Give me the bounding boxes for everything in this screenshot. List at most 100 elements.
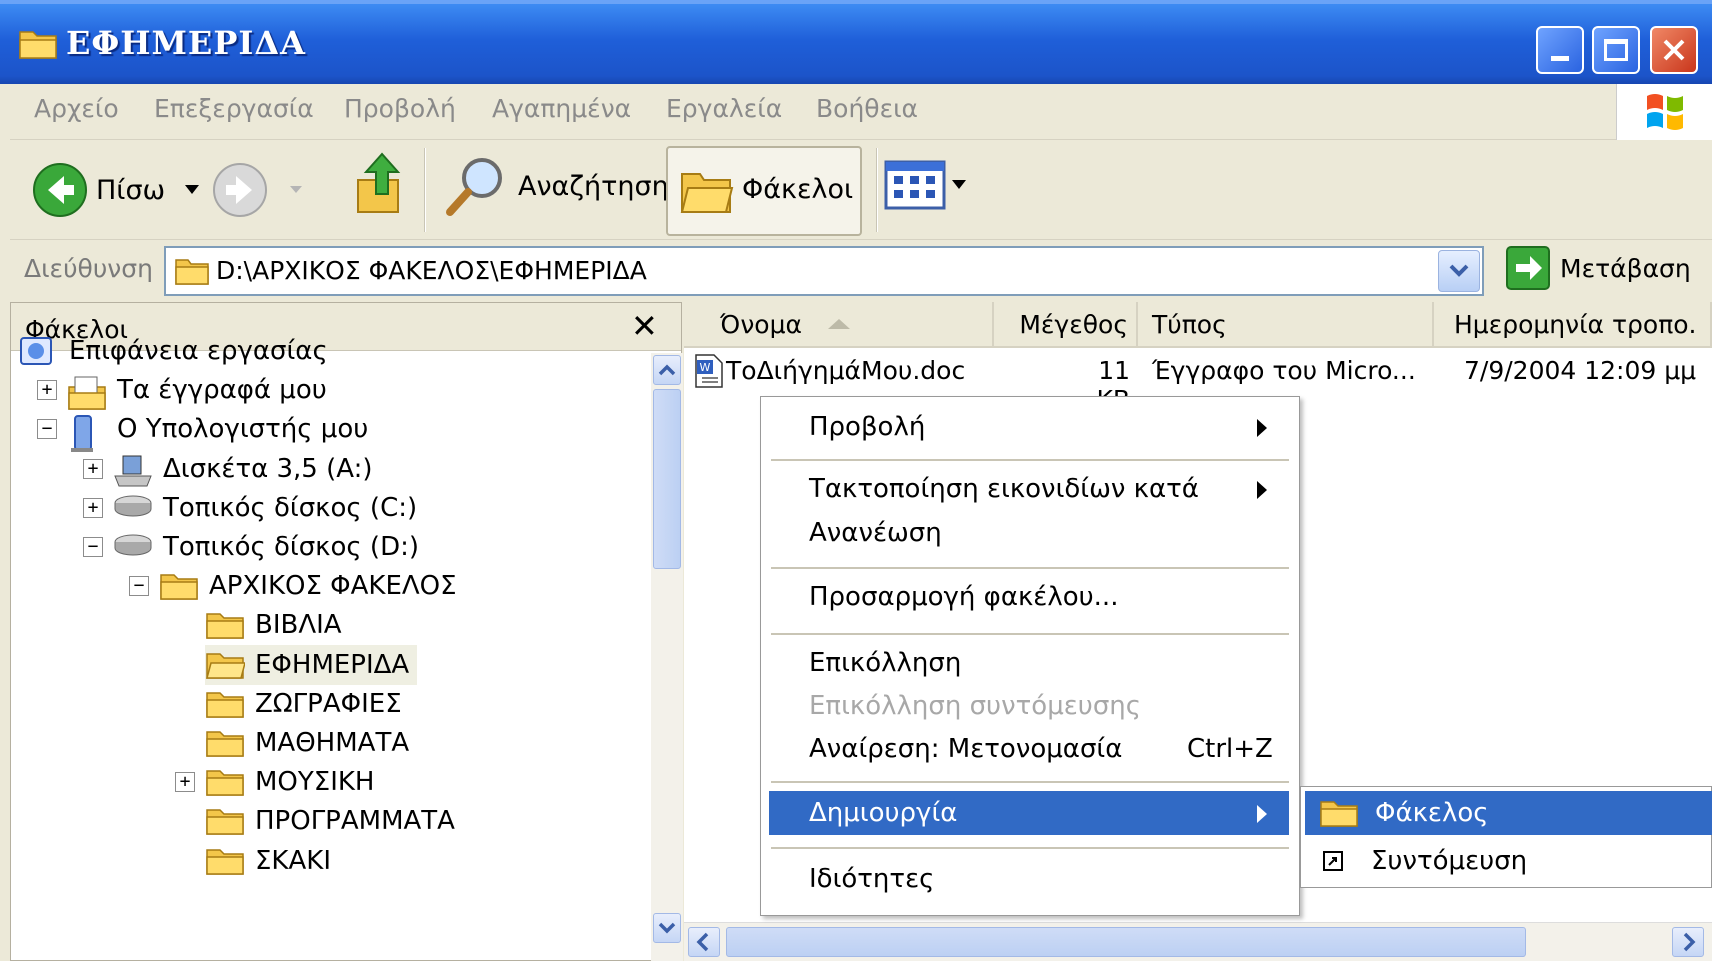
menu-favorites[interactable]: Αγαπημένα [492, 94, 631, 123]
tree-item[interactable]: ΜΟΥΣΙΚΗ [205, 762, 374, 802]
tree-item[interactable]: ΒΙΒΛΙΑ [205, 605, 342, 645]
vertical-scrollbar[interactable] [651, 353, 683, 961]
back-arrow-icon [33, 163, 87, 217]
address-dropdown-button[interactable] [1438, 250, 1480, 292]
collapse-icon[interactable]: − [129, 576, 149, 597]
toolbar: Πίσω Αναζήτηση Φάκελοι [10, 140, 1712, 240]
tree-item[interactable]: ΠΡΟΓΡΑΜΜΑΤΑ [205, 801, 455, 841]
folder-open-icon [205, 650, 246, 680]
my-computer-icon [67, 414, 107, 453]
forward-button[interactable] [212, 162, 302, 218]
tree-item[interactable]: ΣΚΑΚΙ [205, 841, 331, 881]
folder-icon [175, 259, 209, 285]
menu-view[interactable]: Προβολή [344, 94, 456, 123]
tree-item[interactable]: Τοπικός δίσκος (C:) [113, 488, 417, 528]
menu-edit[interactable]: Επεξεργασία [154, 94, 314, 123]
tree-item[interactable]: ΕΦΗΜΕΡΙΔΑ [205, 644, 418, 685]
folders-button[interactable]: Φάκελοι [666, 146, 862, 236]
menu-help[interactable]: Βοήθεια [816, 94, 918, 123]
menu-item-customize-label: Προσαρμογή φακέλου... [809, 582, 1119, 612]
menu-item-properties[interactable]: Ιδιότητες [769, 857, 1289, 901]
collapse-icon[interactable]: − [37, 419, 57, 440]
close-button[interactable] [1650, 26, 1698, 74]
tree-item[interactable]: ΖΩΓΡΑΦΙΕΣ [205, 684, 402, 724]
explorer-window: ΕΦΗΜΕΡΙΔΑ Αρχείο Επεξεργασία Προβολή Αγα… [0, 0, 1712, 961]
folders-icon [680, 173, 734, 213]
menu-tools[interactable]: Εργαλεία [666, 94, 782, 123]
tree-item-label: Τοπικός δίσκος (C:) [163, 492, 418, 523]
tree-item-label: Ο Υπολογιστής μου [117, 414, 369, 445]
folder-icon [1320, 801, 1358, 827]
column-header-type[interactable]: Τύπος [1138, 302, 1434, 348]
scroll-down-button[interactable] [653, 913, 681, 943]
expand-icon[interactable]: + [83, 458, 103, 479]
column-type-label: Τύπος [1152, 309, 1227, 339]
collapse-icon[interactable]: − [83, 537, 103, 557]
folder-icon [205, 767, 245, 797]
address-input[interactable]: D:\ΑΡΧΙΚΟΣ ΦΑΚΕΛΟΣ\ΕΦΗΜΕΡΙΔΑ [164, 246, 1484, 296]
scroll-right-button[interactable] [1672, 927, 1704, 957]
menu-item-view-label: Προβολή [809, 412, 926, 442]
scroll-up-button[interactable] [653, 355, 681, 385]
go-button[interactable]: Μετάβαση [1506, 246, 1691, 290]
menu-item-view[interactable]: Προβολή [769, 405, 1289, 449]
column-header-date[interactable]: Ημερομηνία τροπο. [1434, 302, 1712, 348]
menu-file[interactable]: Αρχείο [34, 94, 119, 123]
minimize-button[interactable] [1536, 26, 1584, 74]
shortcut-icon [1323, 851, 1343, 871]
scroll-thumb[interactable] [653, 389, 681, 569]
tree-item[interactable]: ΜΑΘΗΜΑΤΑ [205, 723, 409, 763]
scroll-thumb[interactable] [726, 927, 1526, 957]
expand-icon[interactable]: + [175, 772, 195, 793]
horizontal-scrollbar[interactable] [684, 922, 1712, 961]
menu-item-arrange-icons[interactable]: Τακτοποίηση εικονιδίων κατά [769, 467, 1289, 511]
chevron-left-icon [696, 932, 709, 952]
chevron-down-icon [952, 180, 966, 189]
tree-item[interactable]: ΑΡΧΙΚΟΣ ΦΑΚΕΛΟΣ [159, 566, 457, 606]
chevron-down-icon[interactable] [185, 185, 200, 195]
tree-item[interactable]: Δισκέτα 3,5 (A:) [113, 449, 373, 489]
back-button[interactable]: Πίσω [32, 162, 200, 218]
submenu-item-folder[interactable]: Φάκελος [1305, 791, 1712, 835]
file-name: ΤοΔιήγημάΜου.doc [726, 356, 966, 385]
column-header-size[interactable]: Μέγεθος [994, 302, 1138, 348]
search-label: Αναζήτηση [518, 170, 669, 202]
chevron-down-icon [658, 922, 676, 934]
column-size-label: Μέγεθος [1019, 309, 1128, 339]
expand-icon[interactable]: + [83, 497, 103, 518]
menu-item-paste[interactable]: Επικόλληση [769, 641, 1289, 685]
tree-item[interactable]: Επιφάνεια εργασίας [19, 331, 328, 371]
menu-item-new[interactable]: Δημιουργία [769, 791, 1289, 835]
file-row[interactable]: W ΤοΔιήγημάΜου.doc 11 KB Έγγραφο του Mic… [694, 352, 1712, 414]
folder-icon [205, 806, 245, 836]
column-date-label: Ημερομηνία τροπο. [1454, 309, 1697, 339]
title-bar[interactable]: ΕΦΗΜΕΡΙΔΑ [0, 0, 1712, 84]
tree-item[interactable]: Τα έγγραφά μου [67, 370, 327, 410]
tree-item[interactable]: Ο Υπολογιστής μου [67, 409, 369, 453]
expand-icon[interactable]: + [37, 380, 57, 401]
menu-bar: Αρχείο Επεξεργασία Προβολή Αγαπημένα Εργ… [10, 84, 1712, 140]
menu-item-customize-folder[interactable]: Προσαρμογή φακέλου... [769, 575, 1289, 619]
column-name-label: Όνομα [720, 309, 802, 339]
maximize-button[interactable] [1592, 26, 1640, 74]
tree-item-label: Τοπικός δίσκος (D:) [163, 532, 420, 562]
search-button[interactable]: Αναζήτηση [444, 154, 669, 218]
new-submenu: Φάκελος Συντόμευση [1300, 786, 1712, 888]
column-header-name[interactable]: Όνομα [684, 302, 994, 348]
menu-item-properties-label: Ιδιότητες [809, 864, 935, 894]
submenu-item-shortcut[interactable]: Συντόμευση [1305, 839, 1712, 883]
menu-item-refresh[interactable]: Ανανέωση [769, 511, 1289, 555]
tree-item-label: ΜΟΥΣΙΚΗ [255, 767, 375, 798]
tree-item-label: ΖΩΓΡΑΦΙΕΣ [255, 688, 402, 719]
menu-item-undo-rename[interactable]: Αναίρεση: Μετονομασία Ctrl+Z [769, 727, 1289, 771]
sort-ascending-icon [827, 319, 850, 329]
toolbar-separator [424, 148, 426, 232]
close-pane-icon[interactable]: ✕ [631, 307, 658, 345]
scroll-left-button[interactable] [688, 927, 720, 957]
tree-item[interactable]: Τοπικός δίσκος (D:) [113, 527, 419, 567]
views-button[interactable] [884, 160, 966, 210]
up-folder-button[interactable] [354, 150, 410, 216]
toolbar-separator [876, 148, 878, 232]
hard-drive-icon [113, 532, 153, 562]
chevron-right-icon [1683, 932, 1696, 952]
